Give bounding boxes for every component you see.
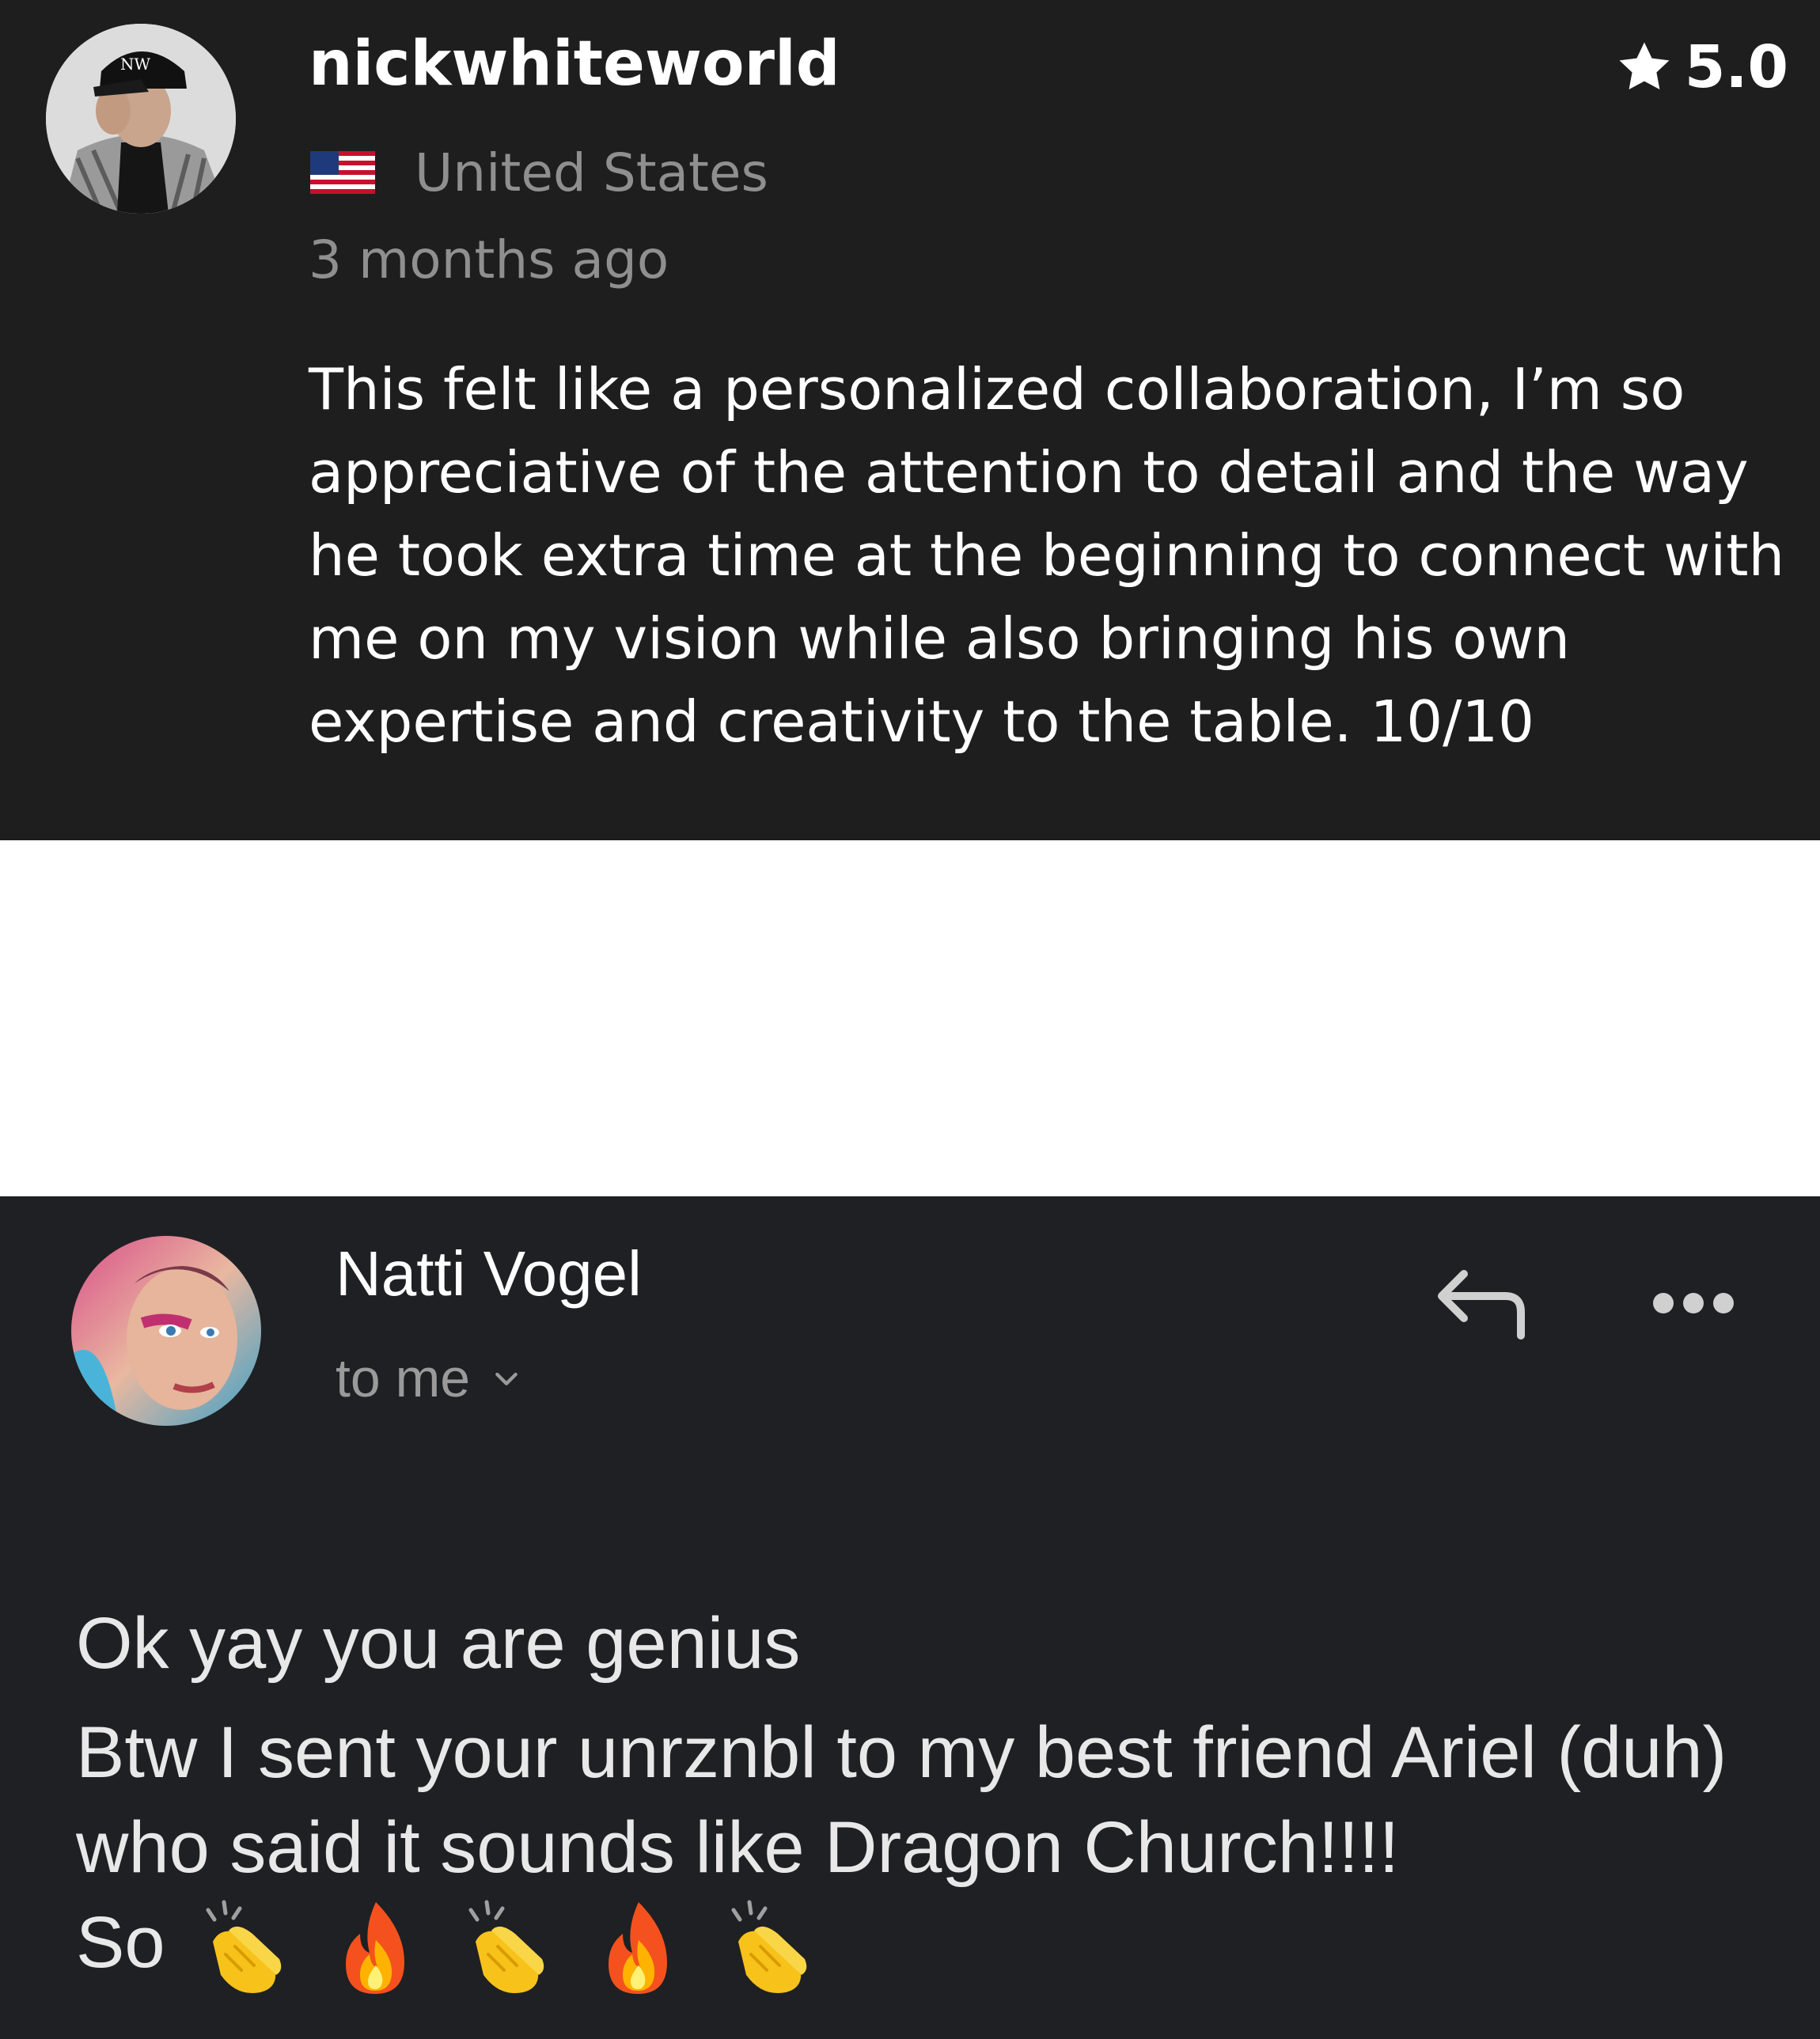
more-options-button[interactable] [1646, 1272, 1741, 1335]
country-name: United States [415, 142, 768, 203]
email-body-line: Btw I sent your unrznbl to my best frien… [76, 1712, 1727, 1888]
chevron-down-icon [495, 1372, 518, 1385]
email-body-prefix: So [76, 1902, 165, 1983]
reviewer-avatar-image: NW [46, 24, 236, 214]
email-body-line: Ok yay you are genius [76, 1603, 801, 1684]
reply-icon [1438, 1270, 1525, 1340]
clapping-hands-icon [468, 1900, 544, 1993]
rating: 5.0 [1615, 32, 1788, 103]
emoji-row [197, 1899, 854, 1997]
email-body: Ok yay you are genius Btw I sent your un… [76, 1596, 1793, 1997]
avatar[interactable] [71, 1236, 261, 1426]
review-card: NW nickwhiteworld 5.0 United States 3 mo… [0, 0, 1820, 840]
fire-icon [345, 1901, 404, 1994]
us-flag-icon [310, 151, 375, 194]
recipient-details-toggle[interactable]: to me [336, 1339, 522, 1418]
email-message-card: Natti Vogel to me Ok yay you are genius … [0, 1196, 1820, 2039]
review-text: This felt like a personalized collaborat… [309, 356, 1785, 755]
more-horizontal-icon [1653, 1293, 1734, 1313]
recipient-label: to me [336, 1348, 471, 1408]
rating-value: 5.0 [1684, 33, 1788, 101]
avatar[interactable]: NW [46, 24, 236, 214]
email-body-line: So [76, 1895, 1793, 1997]
clapping-hands-icon [206, 1900, 281, 1993]
star-icon [1619, 42, 1670, 90]
avatar-cap-logo: NW [120, 55, 151, 74]
sender-avatar-image [71, 1236, 261, 1426]
reply-button[interactable] [1434, 1260, 1537, 1347]
clapping-hands-icon [731, 1900, 806, 1993]
sender-name[interactable]: Natti Vogel [336, 1237, 642, 1310]
review-username[interactable]: nickwhiteworld [309, 28, 840, 100]
review-timestamp: 3 months ago [309, 229, 669, 290]
review-country: United States [310, 133, 768, 212]
fire-icon [608, 1901, 667, 1994]
